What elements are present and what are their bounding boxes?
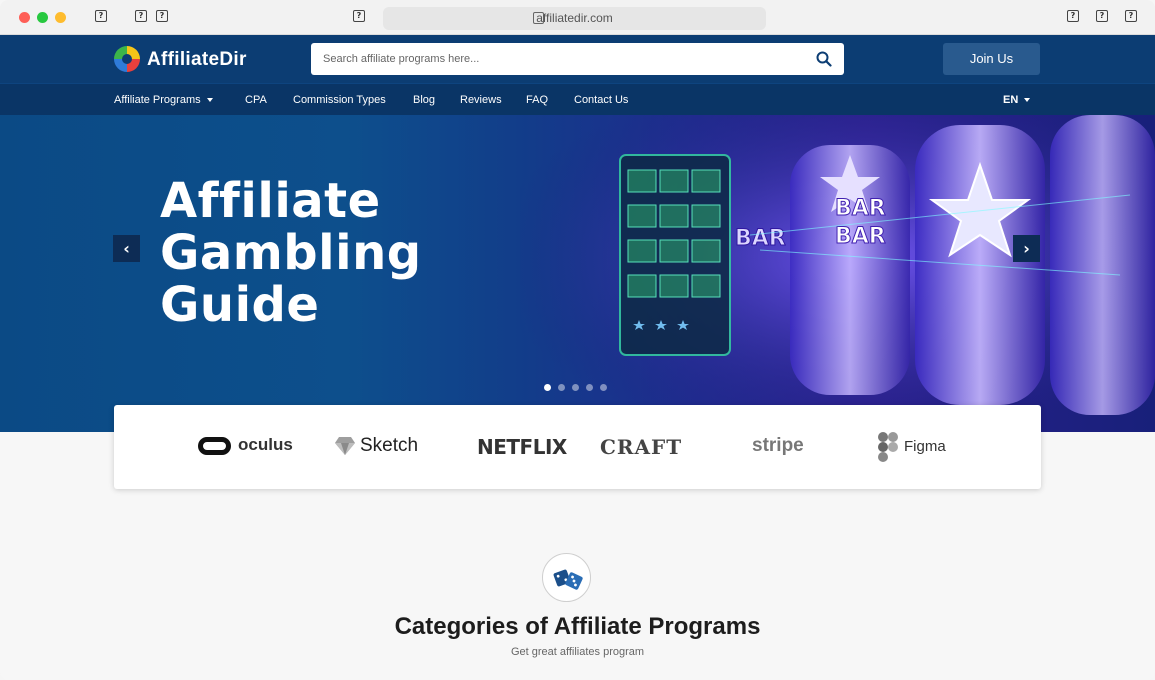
- carousel-prev-button[interactable]: ‹: [113, 235, 140, 262]
- site-header: AffiliateDir Join Us: [0, 35, 1155, 83]
- carousel-dot[interactable]: [586, 384, 593, 391]
- nav-cpa[interactable]: CPA: [245, 94, 267, 106]
- carousel-dot[interactable]: [572, 384, 579, 391]
- language-label: EN: [1003, 94, 1019, 106]
- partner-logos: oculus Sketch NETFLIX CRAFT stripe Figma: [114, 405, 1041, 489]
- carousel-indicators: [544, 378, 614, 396]
- nav-affiliate-programs[interactable]: Affiliate Programs: [114, 94, 213, 106]
- browser-toolbar: ? ? ? ? affiliatedir.com ? ? ?: [0, 0, 1155, 35]
- zoom-window-button[interactable]: [55, 12, 66, 23]
- carousel-dot[interactable]: [544, 384, 551, 391]
- chevron-left-icon: ‹: [123, 239, 130, 258]
- categories-subtitle: Get great affiliates program: [510, 646, 645, 658]
- share-icon[interactable]: ?: [1067, 10, 1079, 22]
- carousel-dot[interactable]: [600, 384, 607, 391]
- brand-oculus[interactable]: oculus: [198, 435, 293, 461]
- hero-title-line: Affiliate: [160, 173, 381, 229]
- figma-logo-icon: [878, 432, 898, 462]
- address-bar[interactable]: affiliatedir.com: [383, 7, 766, 30]
- dice-icon: [542, 553, 591, 602]
- language-selector[interactable]: EN: [1003, 94, 1031, 106]
- reader-icon[interactable]: ?: [353, 10, 365, 22]
- minimize-window-button[interactable]: [37, 12, 48, 23]
- search-box: [311, 43, 844, 75]
- brand-figma[interactable]: Figma: [878, 432, 946, 462]
- hero-title-line: Guide: [160, 277, 320, 333]
- brand-label: Figma: [904, 437, 946, 455]
- nav-reviews[interactable]: Reviews: [460, 94, 502, 106]
- svg-text:BAR: BAR: [835, 196, 886, 221]
- back-icon[interactable]: ?: [135, 10, 147, 22]
- url-text: affiliatedir.com: [536, 11, 613, 25]
- brand-label: Sketch: [360, 435, 419, 456]
- search-input[interactable]: [323, 50, 803, 68]
- logo-text[interactable]: AffiliateDir: [147, 49, 247, 71]
- chevron-down-icon: [1024, 98, 1031, 103]
- brand-label: oculus: [238, 435, 293, 454]
- forward-icon[interactable]: ?: [156, 10, 168, 22]
- nav-label: Affiliate Programs: [114, 94, 201, 106]
- hero-carousel: BAR BAR BAR Affiliate Gambling Guide ‹ ›: [0, 115, 1155, 432]
- sidebar-icon[interactable]: ?: [95, 10, 107, 22]
- tabs-overview-icon[interactable]: ?: [1125, 10, 1137, 22]
- svg-text:BAR: BAR: [835, 224, 886, 249]
- categories-title: Categories of Affiliate Programs: [394, 613, 761, 640]
- hero-title: Affiliate Gambling Guide: [160, 175, 422, 331]
- main-nav: Affiliate Programs CPA Commission Types …: [0, 83, 1155, 115]
- nav-contact-us[interactable]: Contact Us: [574, 94, 628, 106]
- brand-sketch[interactable]: Sketch: [334, 435, 418, 461]
- logo-icon[interactable]: [114, 46, 140, 72]
- brand-craft[interactable]: CRAFT: [600, 435, 682, 461]
- nav-faq[interactable]: FAQ: [526, 94, 548, 106]
- brand-netflix[interactable]: NETFLIX: [477, 435, 567, 461]
- nav-commission-types[interactable]: Commission Types: [293, 94, 386, 106]
- brand-stripe[interactable]: stripe: [752, 435, 804, 461]
- search-icon[interactable]: [816, 51, 832, 67]
- join-us-button[interactable]: Join Us: [943, 43, 1040, 75]
- svg-text:BAR: BAR: [735, 226, 786, 251]
- carousel-dot[interactable]: [558, 384, 565, 391]
- nav-blog[interactable]: Blog: [413, 94, 435, 106]
- carousel-next-button[interactable]: ›: [1013, 235, 1040, 262]
- browser-window: ? ? ? ? affiliatedir.com ? ? ? Affiliate…: [0, 0, 1155, 680]
- hero-title-line: Gambling: [160, 225, 422, 281]
- chevron-right-icon: ›: [1023, 239, 1030, 258]
- close-window-button[interactable]: [19, 12, 30, 23]
- sketch-logo-icon: [335, 436, 355, 455]
- chevron-down-icon: [206, 98, 213, 103]
- oculus-logo-icon: [198, 436, 231, 455]
- slot-machine-image: BAR BAR BAR: [520, 115, 1155, 432]
- new-tab-icon[interactable]: ?: [1096, 10, 1108, 22]
